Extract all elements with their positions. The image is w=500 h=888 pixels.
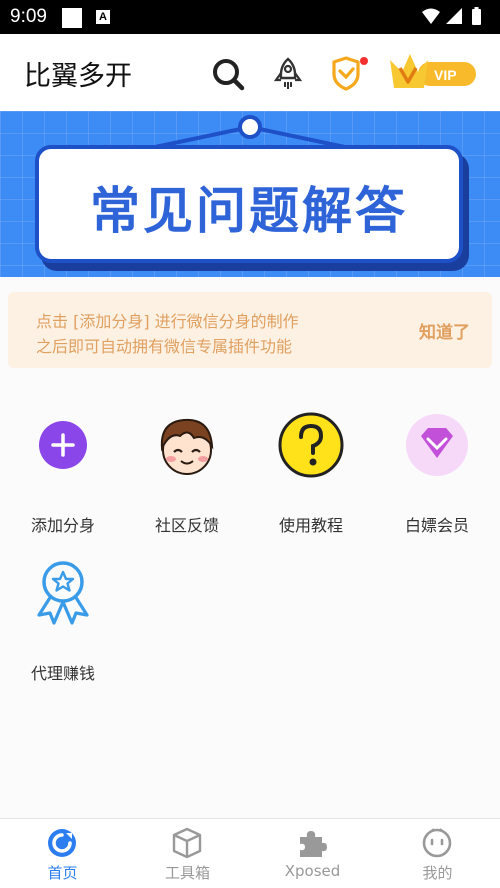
got-it-button[interactable]: 知道了 (419, 318, 470, 343)
box-icon (171, 827, 203, 859)
question-mark-icon (278, 412, 344, 478)
shield-check-icon[interactable] (329, 56, 368, 92)
profile-face-icon (421, 827, 453, 859)
notice-line-1: 点击 [添加分身] 进行微信分身的制作 (36, 312, 299, 331)
status-time: 9:09 (10, 6, 47, 27)
tip-notice: 点击 [添加分身] 进行微信分身的制作 之后即可自动拥有微信专属插件功能 知道了 (8, 292, 492, 368)
banner-card: 常见问题解答 (35, 145, 463, 263)
nav-tab-mine[interactable]: 我的 (375, 819, 500, 888)
notification-square-icon (62, 8, 82, 28)
nav-tab-home[interactable]: 首页 (0, 819, 125, 888)
vip-badge[interactable]: VIP (388, 52, 478, 94)
red-dot-badge-icon (360, 57, 368, 65)
status-bar: 9:09 A (0, 0, 500, 34)
bottom-nav: 首页 工具箱 Xposed 我的 (0, 818, 500, 888)
rocket-icon[interactable] (270, 56, 306, 92)
award-ribbon-icon (30, 560, 96, 626)
cartoon-face-icon (154, 412, 220, 478)
notification-letter-icon: A (96, 10, 110, 24)
nav-label-toolbox: 工具箱 (164, 864, 210, 882)
feature-label: 使用教程 (278, 516, 343, 535)
app-header: 比翼多开 VIP (0, 34, 500, 111)
nav-label-home: 首页 (47, 864, 78, 882)
faq-banner[interactable]: 常见问题解答 (0, 111, 500, 277)
feature-agent-earn[interactable]: 代理赚钱 (8, 560, 118, 690)
banner-title: 常见问题解答 (90, 182, 408, 240)
battery-icon (472, 7, 481, 25)
diamond-icon (404, 412, 470, 478)
nav-label-xposed: Xposed (284, 862, 341, 880)
feature-label: 社区反馈 (154, 516, 219, 535)
app-title: 比翼多开 (24, 61, 132, 92)
puzzle-icon (296, 827, 328, 859)
home-icon (46, 827, 78, 859)
plus-circle-icon (30, 412, 96, 478)
nav-label-mine: 我的 (422, 864, 453, 882)
nav-tab-toolbox[interactable]: 工具箱 (125, 819, 250, 888)
nav-tab-xposed[interactable]: Xposed (250, 819, 375, 888)
feature-community-feedback[interactable]: 社区反馈 (132, 412, 242, 542)
vip-label: VIP (434, 67, 457, 83)
feature-label: 白嫖会员 (404, 516, 469, 535)
feature-add-clone[interactable]: 添加分身 (8, 412, 118, 542)
feature-free-membership[interactable]: 白嫖会员 (382, 412, 492, 542)
wifi-icon (422, 8, 440, 24)
feature-label: 代理赚钱 (30, 664, 95, 683)
status-indicators (420, 6, 490, 32)
signal-icon (446, 8, 462, 24)
feature-label: 添加分身 (30, 516, 95, 535)
search-icon[interactable] (210, 56, 246, 92)
feature-tutorial[interactable]: 使用教程 (256, 412, 366, 542)
notice-line-2: 之后即可自动拥有微信专属插件功能 (36, 337, 293, 356)
